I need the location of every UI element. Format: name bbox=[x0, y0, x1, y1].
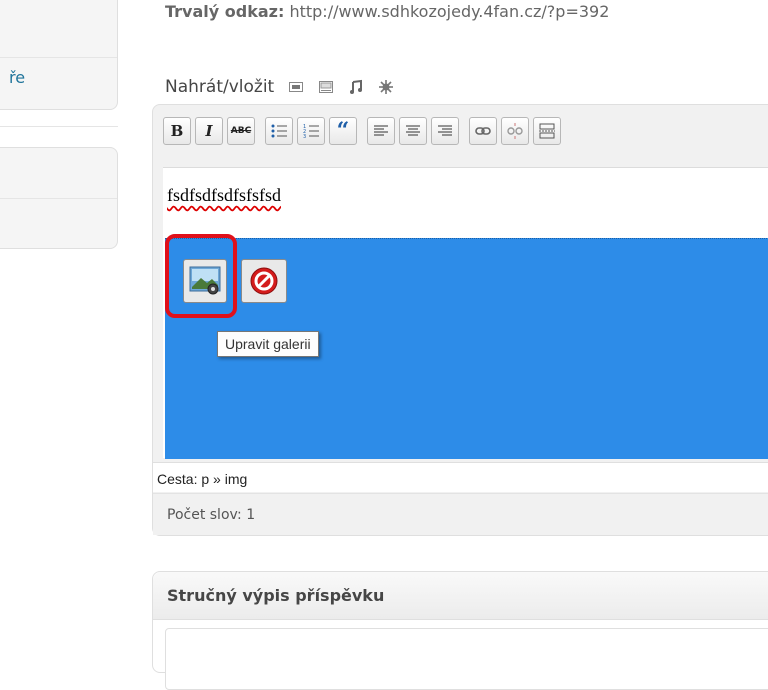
align-right-button[interactable] bbox=[431, 117, 459, 145]
bullet-list-icon bbox=[271, 124, 287, 138]
editor-text[interactable]: fsdfsdfsdfsfsfsd bbox=[167, 185, 281, 206]
image-icon[interactable] bbox=[288, 79, 304, 95]
link-button[interactable] bbox=[469, 117, 497, 145]
excerpt-textarea[interactable] bbox=[165, 628, 768, 690]
align-center-button[interactable] bbox=[399, 117, 427, 145]
video-icon[interactable] bbox=[318, 79, 334, 95]
align-left-icon bbox=[374, 125, 388, 136]
selected-gallery-image[interactable]: Upravit galerii bbox=[165, 234, 768, 459]
gallery-icon bbox=[189, 266, 221, 295]
unlink-button[interactable] bbox=[501, 117, 529, 145]
sidebar-panel: ře bbox=[0, 0, 118, 110]
strikethrough-button[interactable]: ABC bbox=[227, 117, 255, 145]
align-right-icon bbox=[438, 125, 452, 136]
delete-icon bbox=[250, 267, 278, 295]
numbered-list-button[interactable]: 123 bbox=[297, 117, 325, 145]
edit-gallery-button[interactable] bbox=[183, 259, 227, 303]
sidebar-divider bbox=[0, 126, 118, 127]
excerpt-title[interactable]: Stručný výpis příspěvku bbox=[153, 572, 768, 620]
tooltip: Upravit galerii bbox=[217, 331, 319, 357]
permalink-url[interactable]: http://www.sdhkozojedy.4fan.cz/?p=392 bbox=[289, 2, 609, 21]
post-editor: B I ABC 123 “ fsdfsdfsdfsfsfsd Upravit g… bbox=[152, 104, 768, 536]
numbered-list-icon: 123 bbox=[303, 124, 319, 138]
sidebar-divider bbox=[0, 198, 117, 199]
editor-path: Cesta: p » img bbox=[153, 462, 768, 492]
sidebar-panel-lower bbox=[0, 147, 118, 249]
permalink: Trvalý odkaz: http://www.sdhkozojedy.4fa… bbox=[165, 2, 609, 21]
permalink-label: Trvalý odkaz: bbox=[165, 2, 285, 21]
blockquote-button[interactable]: “ bbox=[329, 117, 357, 145]
media-label: Nahrát/vložit bbox=[165, 77, 275, 97]
insert-more-button[interactable] bbox=[533, 117, 561, 145]
delete-gallery-button[interactable] bbox=[241, 259, 287, 303]
insert-more-icon bbox=[539, 123, 555, 139]
sidebar-item-label[interactable]: ře bbox=[9, 68, 25, 87]
excerpt-box: Stručný výpis příspěvku bbox=[152, 571, 768, 690]
editor-toolbar: B I ABC 123 “ bbox=[163, 117, 561, 145]
audio-icon[interactable] bbox=[348, 79, 364, 95]
svg-text:3: 3 bbox=[303, 134, 306, 138]
media-buttons: Nahrát/vložit bbox=[165, 74, 394, 100]
align-left-button[interactable] bbox=[367, 117, 395, 145]
bold-button[interactable]: B bbox=[163, 117, 191, 145]
link-icon bbox=[475, 127, 491, 135]
media-icon[interactable] bbox=[378, 79, 394, 95]
italic-button[interactable]: I bbox=[195, 117, 223, 145]
sidebar-divider bbox=[0, 57, 117, 58]
word-count: Počet slov: 1 bbox=[153, 493, 768, 535]
unlink-icon bbox=[507, 123, 523, 139]
bullet-list-button[interactable] bbox=[265, 117, 293, 145]
align-center-icon bbox=[406, 125, 420, 136]
editor-content[interactable]: fsdfsdfsdfsfsfsd Upravit galerii bbox=[163, 167, 768, 459]
